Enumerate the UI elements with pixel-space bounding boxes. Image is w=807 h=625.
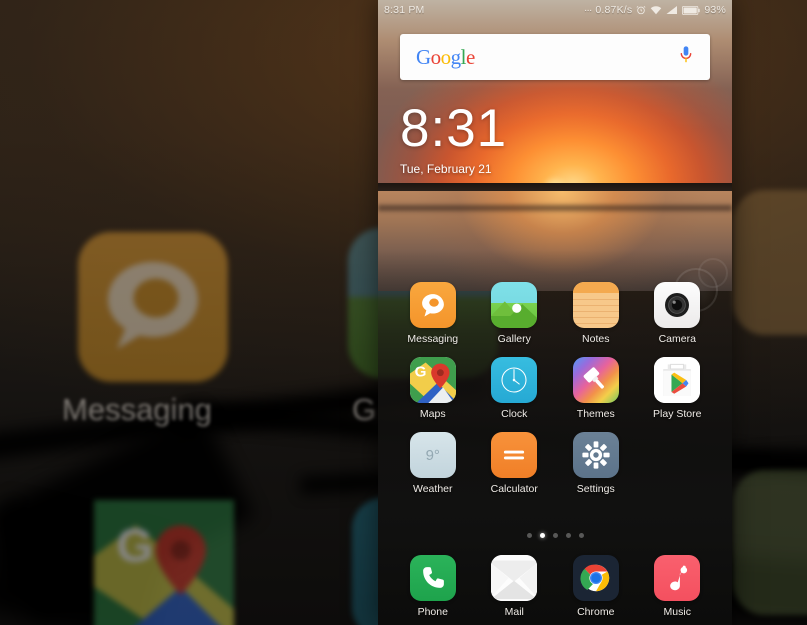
clock-widget[interactable]: 8:31 Tue, February 21 [400,99,508,176]
music-note-icon[interactable] [654,555,701,601]
settings-gear-icon[interactable] [572,432,619,478]
app-maps[interactable]: G Maps [392,357,474,420]
app-row: Messaging Gallery Notes Camera [378,282,732,345]
app-settings[interactable]: Settings [555,432,637,495]
maps-icon[interactable]: G [409,357,456,403]
clock-date: Tue, February 21 [400,161,492,176]
app-camera[interactable]: Camera [637,282,719,345]
backdrop-ghost-maps-icon: G [94,500,234,625]
camera-icon[interactable] [654,282,701,328]
dock-row: Phone Mail Chrome Music [378,555,732,618]
app-weather[interactable]: 9° Weather [392,432,474,495]
app-label: Messaging [407,333,459,345]
app-label: Weather [413,483,453,495]
backdrop-ghost-notes-icon [733,190,807,335]
svg-text:G: G [116,520,153,573]
app-label: Chrome [577,606,615,618]
status-bar-dots: ··· [583,4,592,16]
backdrop-ghost-label-gallery: G [352,392,377,427]
google-logo: Google [416,44,475,69]
clock-time: 8:31 [400,99,508,158]
battery-icon [682,5,701,15]
app-mail[interactable]: Mail [474,555,556,618]
app-music[interactable]: Music [637,555,719,618]
calculator-icon[interactable] [491,432,538,478]
app-label: Notes [582,333,610,345]
weather-icon[interactable]: 9° [409,432,456,478]
app-row: G Maps Clock Themes Play Store [378,357,732,420]
page-dot-5[interactable] [578,533,584,538]
alarm-icon [636,5,646,15]
app-label: Themes [576,408,615,420]
phone-screenshot: 8:31 PM ··· 0.87K/s 93% Google 8:31 Tue,… [378,0,732,625]
app-label: Calculator [490,483,538,495]
page-dot-3[interactable] [552,533,558,538]
app-label: Gallery [497,333,531,345]
wifi-icon [650,5,662,15]
svg-text:G: G [414,363,426,380]
gallery-icon[interactable] [491,282,538,328]
app-label: Settings [576,483,615,495]
app-row: 9° Weather Calculator Settings [378,432,732,495]
app-notes[interactable]: Notes [555,282,637,345]
status-bar-network-speed: 0.87K/s [595,4,633,16]
phone-icon[interactable] [409,555,456,601]
app-label: Play Store [653,408,702,420]
page-dot-4[interactable] [565,533,571,538]
app-grid: Messaging Gallery Notes Camera G Maps Cl… [378,282,732,507]
status-bar-time: 8:31 PM [384,4,425,16]
app-label: Clock [501,408,528,420]
app-label: Music [663,606,691,618]
notes-icon[interactable] [572,282,619,328]
status-bar: 8:31 PM ··· 0.87K/s 93% [378,0,732,20]
app-chrome[interactable]: Chrome [555,555,637,618]
app-label: Phone [417,606,448,618]
mail-envelope-icon[interactable] [491,555,538,601]
app-playstore[interactable]: Play Store [637,357,719,420]
microphone-icon[interactable] [678,45,694,70]
status-bar-battery-percent: 93% [704,4,726,16]
themes-icon[interactable] [572,357,619,403]
wallpaper-horizon [378,183,732,191]
backdrop-ghost-messaging-icon [78,232,228,382]
signal-icon [666,5,678,15]
app-messaging[interactable]: Messaging [392,282,474,345]
weather-temperature-badge: 9° [425,446,440,464]
clock-icon[interactable] [491,357,538,403]
chrome-icon[interactable] [572,555,619,601]
page-dot-2-active[interactable] [539,533,545,538]
page-dot-1[interactable] [526,533,532,538]
app-themes[interactable]: Themes [555,357,637,420]
google-search-widget[interactable]: Google [400,34,710,80]
app-label: Mail [504,606,524,618]
backdrop-ghost-weather-icon [733,470,807,615]
app-gallery[interactable]: Gallery [474,282,556,345]
page-indicator[interactable] [378,533,732,538]
app-label: Maps [419,408,446,420]
dock: Phone Mail Chrome Music [378,555,732,618]
backdrop-ghost-label-messaging: Messaging [62,392,212,427]
app-clock[interactable]: Clock [474,357,556,420]
messaging-icon[interactable] [409,282,456,328]
app-phone[interactable]: Phone [392,555,474,618]
playstore-icon[interactable] [654,357,701,403]
app-label: Camera [658,333,696,345]
app-calculator[interactable]: Calculator [474,432,556,495]
